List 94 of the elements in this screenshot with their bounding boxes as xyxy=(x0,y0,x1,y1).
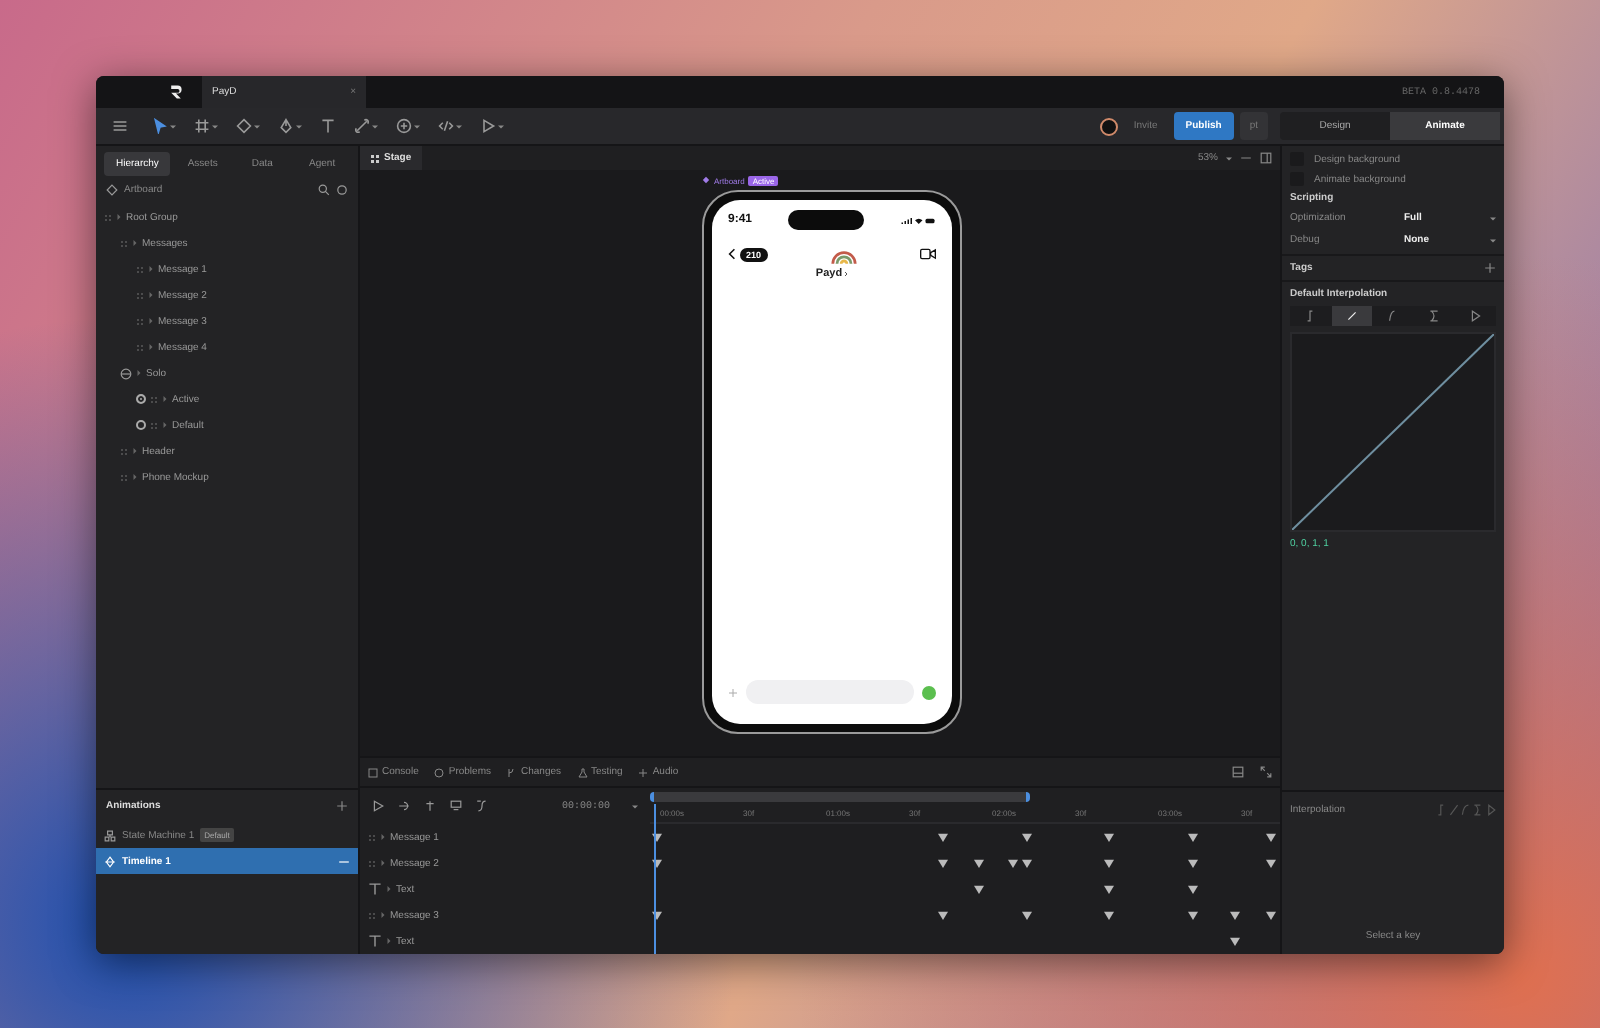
keyframe-icon[interactable] xyxy=(1187,884,1198,894)
artboard-icon xyxy=(106,184,118,196)
grip-icon xyxy=(136,317,144,325)
artboard-icon xyxy=(702,176,710,184)
text-layer-icon xyxy=(368,934,382,948)
linear-curve-icon xyxy=(1345,310,1358,322)
panel-icon[interactable] xyxy=(1232,766,1244,778)
caret-icon[interactable] xyxy=(456,123,462,129)
remove-icon[interactable] xyxy=(338,855,350,867)
status-icons xyxy=(899,215,936,225)
play-icon[interactable] xyxy=(372,800,384,812)
solo-icon xyxy=(120,367,132,379)
cubic-curve-icon xyxy=(1386,310,1399,322)
grip-icon xyxy=(120,447,128,455)
interpolation-options-icon xyxy=(1436,804,1496,816)
keyframe-icon[interactable] xyxy=(1104,832,1115,842)
add-icon[interactable] xyxy=(336,800,348,812)
dynamic-island xyxy=(788,210,864,230)
hold-curve-icon xyxy=(1304,310,1317,322)
caret-icon[interactable] xyxy=(212,123,218,129)
keyframe-icon[interactable] xyxy=(1187,910,1198,920)
problems-icon xyxy=(434,767,445,777)
keyframe-icon[interactable] xyxy=(1229,910,1239,920)
grip-icon xyxy=(150,421,158,429)
timeline-icon xyxy=(104,855,116,867)
keyframe-icon[interactable] xyxy=(974,858,985,868)
video-call-icon[interactable] xyxy=(920,248,937,260)
caret-icon[interactable] xyxy=(1490,215,1496,221)
caret-icon[interactable] xyxy=(170,123,176,129)
pointer-tool-icon[interactable] xyxy=(152,118,168,134)
keyframe-icon[interactable] xyxy=(1007,858,1018,868)
caret-icon[interactable] xyxy=(296,123,302,129)
grip-icon xyxy=(136,343,144,351)
keyframe-icon[interactable] xyxy=(974,884,985,894)
radio-button[interactable] xyxy=(136,420,146,430)
caret-icon[interactable] xyxy=(372,123,378,129)
logo-icon xyxy=(168,84,184,100)
radio-button[interactable] xyxy=(136,394,146,404)
keyframe-icon[interactable] xyxy=(1187,832,1198,842)
search-icon[interactable] xyxy=(318,184,330,196)
caret-icon[interactable] xyxy=(414,123,420,129)
keyframe-icon[interactable] xyxy=(1265,910,1276,920)
easing-icon[interactable] xyxy=(476,800,488,812)
expand-icon[interactable] xyxy=(1260,766,1272,778)
keyframe-icon[interactable] xyxy=(1265,832,1276,842)
keyframe-icon[interactable] xyxy=(938,858,949,868)
console-icon xyxy=(368,767,378,777)
state-machine-icon xyxy=(104,829,116,841)
changes-icon xyxy=(506,767,517,777)
keyframe-icon[interactable] xyxy=(1104,858,1115,868)
grid-icon xyxy=(370,153,380,163)
menu-icon[interactable] xyxy=(112,118,128,134)
grip-icon xyxy=(150,395,158,403)
caret-icon[interactable] xyxy=(1226,155,1232,161)
snap-icon[interactable] xyxy=(424,800,436,812)
back-icon[interactable] xyxy=(728,248,736,260)
keyframe-icon[interactable] xyxy=(1104,884,1115,894)
custom-curve-icon xyxy=(1469,310,1482,322)
keyframe-icon[interactable] xyxy=(1021,910,1032,920)
keyframe-icon[interactable] xyxy=(1021,858,1032,868)
add-icon[interactable] xyxy=(1484,262,1496,274)
panel-icon[interactable] xyxy=(1260,152,1272,164)
shape-tool-icon[interactable] xyxy=(236,118,252,134)
text-tool-icon[interactable] xyxy=(320,118,336,134)
grip-icon xyxy=(368,911,376,919)
keyframe-icon[interactable] xyxy=(1229,936,1239,946)
grip-icon xyxy=(120,239,128,247)
caret-icon[interactable] xyxy=(498,123,504,129)
keyframe-icon[interactable] xyxy=(1265,858,1276,868)
linear-curve-button[interactable] xyxy=(1331,306,1373,326)
pen-tool-icon[interactable] xyxy=(278,118,294,134)
caret-icon[interactable] xyxy=(1490,237,1496,243)
grip-icon xyxy=(136,291,144,299)
grip-icon xyxy=(120,473,128,481)
grip-icon xyxy=(368,859,376,867)
caret-icon[interactable] xyxy=(632,803,638,809)
avatar-icon[interactable] xyxy=(1099,117,1118,135)
frame-tool-icon[interactable] xyxy=(194,118,210,134)
grip-icon xyxy=(368,833,376,841)
grip-icon xyxy=(104,213,112,221)
elastic-curve-icon xyxy=(1428,310,1441,322)
audio-icon xyxy=(638,767,649,777)
caret-icon[interactable] xyxy=(254,123,260,129)
text-layer-icon xyxy=(368,882,382,896)
testing-icon xyxy=(577,767,587,777)
keyframe-icon[interactable] xyxy=(1021,832,1032,842)
keyframe-icon[interactable] xyxy=(1187,858,1198,868)
code-tool-icon[interactable] xyxy=(438,118,454,134)
grip-icon xyxy=(136,265,144,273)
keyframe-icon[interactable] xyxy=(938,910,949,920)
play-tool-icon[interactable] xyxy=(480,118,496,134)
keyframe-icon[interactable] xyxy=(938,832,949,842)
keyframe-icon[interactable] xyxy=(1104,910,1115,920)
plus-tool-icon[interactable] xyxy=(396,118,412,134)
